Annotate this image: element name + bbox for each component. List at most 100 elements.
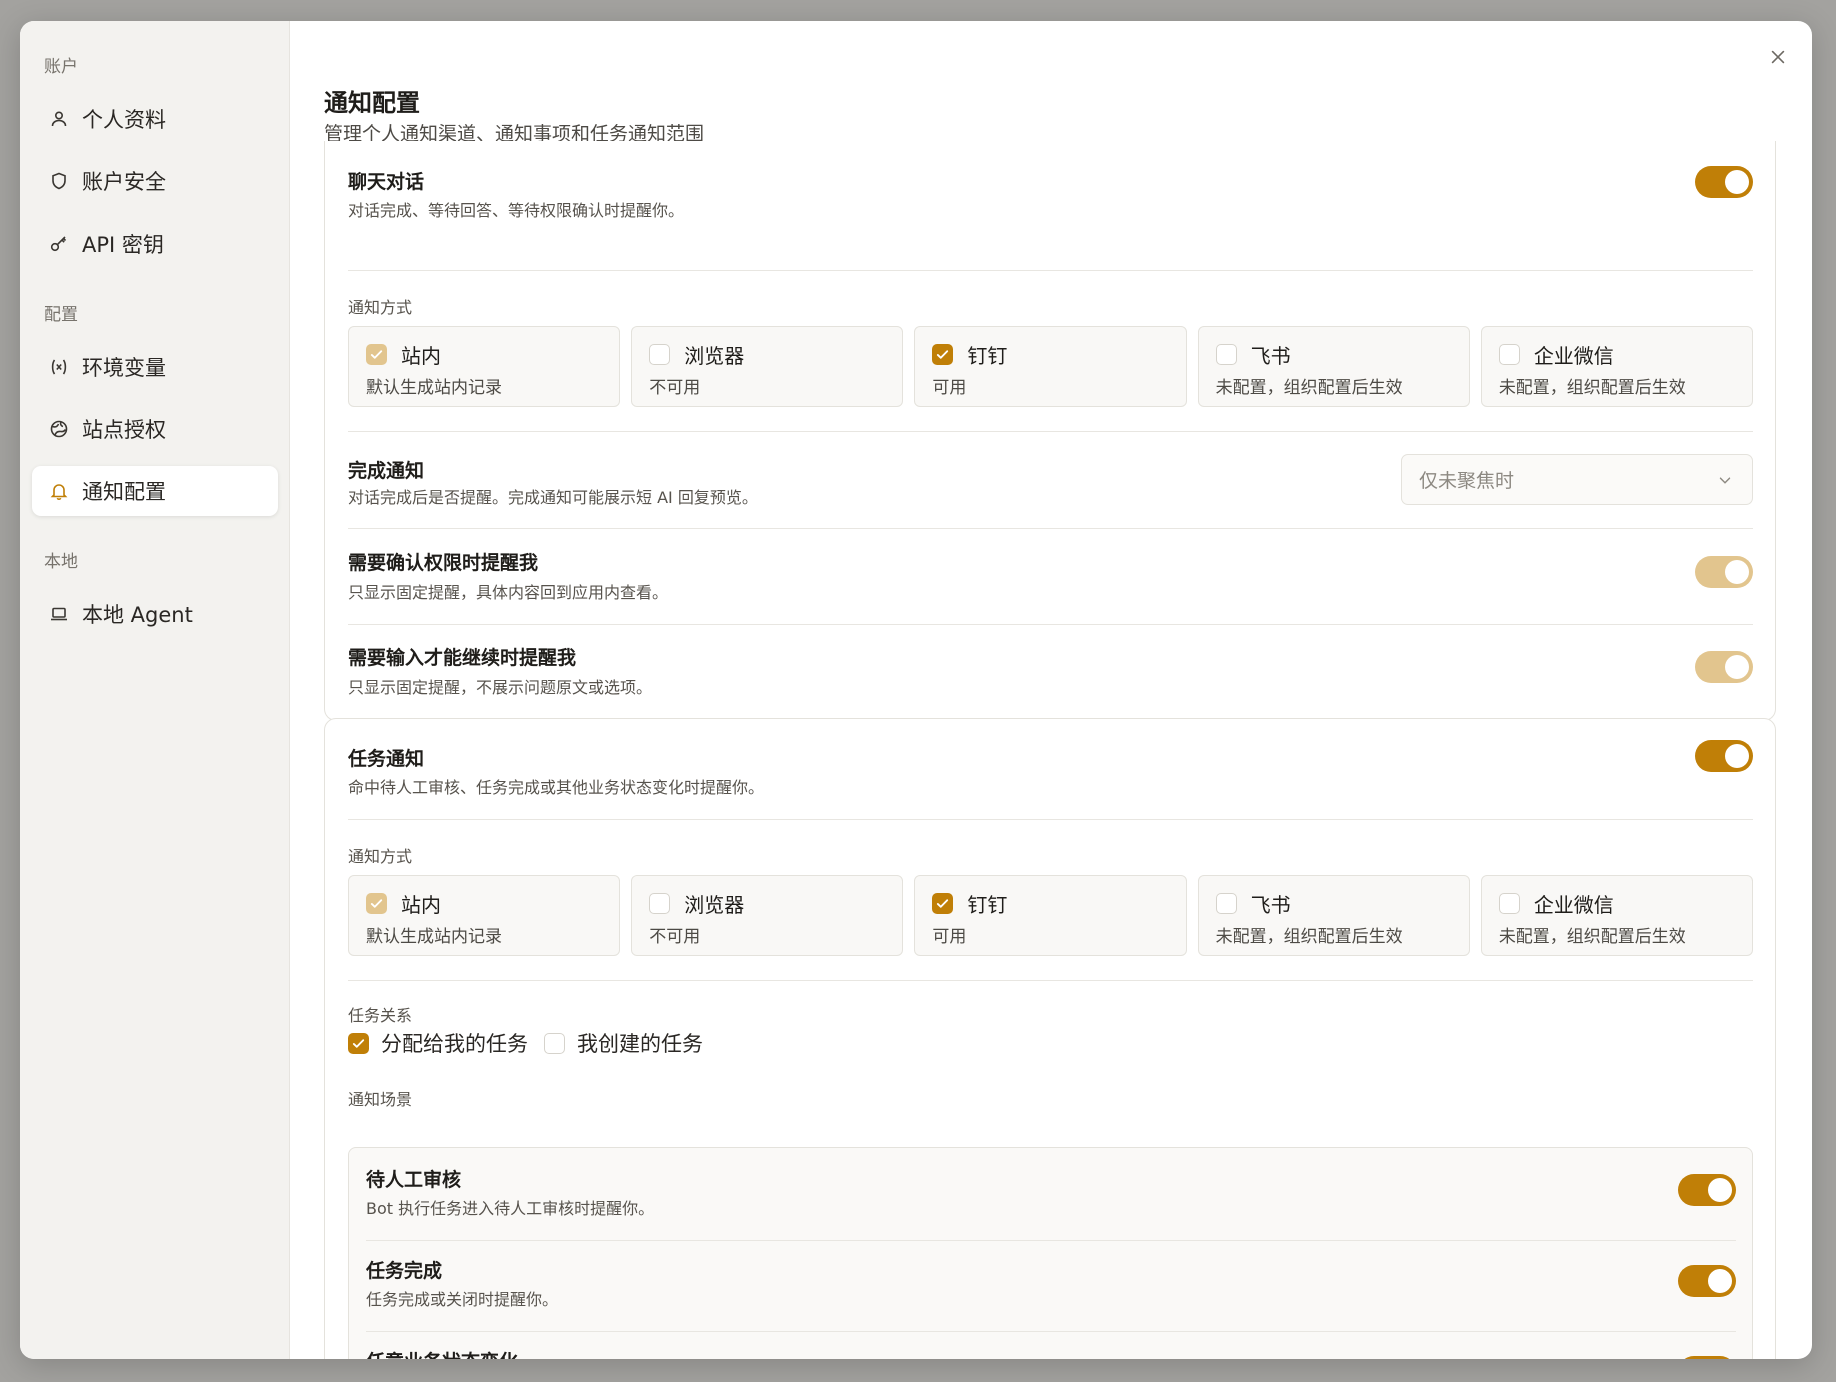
relation-label: 分配给我的任务 — [381, 1032, 528, 1056]
channel-feishu[interactable]: 飞书 未配置，组织配置后生效 — [1197, 326, 1470, 407]
chat-channels: 站内 默认生成站内记录 浏览器 不可用 钉钉 可用 飞书 未配置，组织配置后生效 — [348, 326, 1754, 407]
channel-desc: 可用 — [932, 927, 967, 947]
page-title: 通知配置 — [324, 89, 420, 117]
sidebar-item-api-keys[interactable]: API 密钥 — [32, 219, 278, 269]
checkbox-checked[interactable] — [366, 344, 387, 365]
sidebar-item-label: 站点授权 — [82, 418, 166, 442]
completion-desc: 对话完成后是否提醒。完成通知可能展示短 AI 回复预览。 — [348, 488, 758, 507]
channel-name: 企业微信 — [1533, 344, 1614, 368]
scenario-title: 任务完成 — [366, 1260, 443, 1282]
check-icon — [352, 1038, 365, 1048]
check-icon — [370, 350, 383, 359]
channel-dingtalk[interactable]: 钉钉 可用 — [914, 875, 1187, 956]
task-desc: 命中待人工审核、任务完成或其他业务状态变化时提醒你。 — [348, 778, 765, 797]
bell-icon — [48, 480, 70, 502]
relation-created[interactable]: 我创建的任务 — [544, 1028, 703, 1058]
checkbox-unchecked[interactable] — [1498, 344, 1520, 365]
sidebar-item-env-vars[interactable]: 环境变量 — [32, 342, 278, 392]
sidebar-item-label: 账户安全 — [82, 170, 166, 194]
channel-name: 飞书 — [1250, 344, 1291, 368]
globe-icon — [48, 418, 70, 440]
divider — [348, 819, 1753, 820]
channel-desc: 未配置，组织配置后生效 — [1498, 927, 1686, 947]
channel-browser[interactable]: 浏览器 不可用 — [631, 875, 904, 956]
channel-name: 飞书 — [1250, 893, 1291, 917]
task-scenarios: 待人工审核 Bot 执行任务进入待人工审核时提醒你。 任务完成 任务完成或关闭时… — [348, 1147, 1753, 1359]
sidebar-item-label: 本地 Agent — [82, 603, 193, 627]
channel-site[interactable]: 站内 默认生成站内记录 — [348, 875, 621, 956]
permission-desc: 只显示固定提醒，具体内容回到应用内查看。 — [348, 583, 669, 602]
channel-desc: 默认生成站内记录 — [366, 927, 502, 947]
select-value: 仅未聚焦时 — [1419, 470, 1515, 492]
input-title: 需要输入才能继续时提醒我 — [348, 647, 577, 669]
scenario-title: 待人工审核 — [366, 1169, 462, 1191]
permission-toggle[interactable] — [1695, 556, 1753, 588]
sidebar-item-security[interactable]: 账户安全 — [32, 156, 278, 206]
task-toggle[interactable] — [1695, 740, 1753, 772]
channel-name: 钉钉 — [967, 893, 1008, 917]
sidebar-item-label: 环境变量 — [82, 356, 166, 380]
checkbox-checked[interactable] — [932, 344, 954, 365]
input-toggle[interactable] — [1695, 651, 1753, 683]
channel-site[interactable]: 站内 默认生成站内记录 — [348, 326, 621, 407]
scenario-review-toggle[interactable] — [1678, 1174, 1736, 1206]
sidebar: 账户 个人资料 账户安全 API 密钥 配置 环境变量 站点授权 通知配置 本地… — [20, 21, 290, 1359]
checkbox-unchecked[interactable] — [649, 344, 671, 365]
permission-title: 需要确认权限时提醒我 — [348, 552, 539, 574]
checkbox-unchecked[interactable] — [1498, 893, 1520, 914]
sidebar-item-local-agent[interactable]: 本地 Agent — [32, 589, 278, 639]
channel-desc: 未配置，组织配置后生效 — [1215, 378, 1403, 398]
chat-title: 聊天对话 — [348, 171, 425, 193]
chat-desc: 对话完成、等待回答、等待权限确认时提醒你。 — [348, 201, 685, 220]
scenario-status-toggle[interactable] — [1678, 1356, 1736, 1359]
channel-feishu[interactable]: 飞书 未配置，组织配置后生效 — [1197, 875, 1470, 956]
divider — [348, 270, 1753, 271]
task-channels: 站内 默认生成站内记录 浏览器 不可用 钉钉 可用 飞书 未配置，组织配置后生效 — [348, 875, 1754, 956]
divider — [348, 980, 1753, 981]
scenario-complete-toggle[interactable] — [1678, 1265, 1736, 1297]
chat-channels-label: 通知方式 — [348, 298, 413, 317]
checkbox-unchecked[interactable] — [1215, 893, 1237, 914]
check-icon — [937, 350, 949, 359]
checkbox-unchecked[interactable] — [649, 893, 671, 914]
key-icon — [48, 233, 70, 255]
checkbox-checked[interactable] — [932, 893, 954, 914]
sidebar-item-label: 通知配置 — [82, 480, 166, 504]
channel-wecom[interactable]: 企业微信 未配置，组织配置后生效 — [1480, 326, 1754, 407]
scenario-desc: Bot 执行任务进入待人工审核时提醒你。 — [366, 1199, 655, 1218]
relation-assigned[interactable]: 分配给我的任务 — [348, 1028, 528, 1058]
channel-browser[interactable]: 浏览器 不可用 — [631, 326, 904, 407]
channel-wecom[interactable]: 企业微信 未配置，组织配置后生效 — [1480, 875, 1754, 956]
scenario-title: 任意业务状态变化 — [366, 1347, 518, 1359]
sidebar-section-config: 配置 — [44, 305, 78, 325]
sidebar-item-label: API 密钥 — [82, 233, 164, 257]
sidebar-item-notifications[interactable]: 通知配置 — [32, 466, 278, 516]
checkbox-checked[interactable] — [348, 1032, 369, 1054]
channel-desc: 未配置，组织配置后生效 — [1498, 378, 1686, 398]
chat-toggle[interactable] — [1695, 166, 1753, 198]
main-content: 通知配置 管理个人通知渠道、通知事项和任务通知范围 聊天对话 对话完成、等待回答… — [290, 21, 1812, 1359]
checkbox-unchecked[interactable] — [544, 1032, 565, 1054]
chevron-down-icon — [1719, 477, 1731, 484]
divider — [348, 624, 1753, 625]
channel-desc: 默认生成站内记录 — [366, 378, 502, 398]
sidebar-item-profile[interactable]: 个人资料 — [32, 94, 278, 144]
input-desc: 只显示固定提醒，不展示问题原文或选项。 — [348, 678, 653, 697]
channel-desc: 未配置，组织配置后生效 — [1215, 927, 1403, 947]
checkbox-unchecked[interactable] — [1215, 344, 1237, 365]
channel-desc: 可用 — [932, 378, 967, 398]
checkbox-checked[interactable] — [366, 893, 387, 914]
sidebar-section-account: 账户 — [44, 57, 78, 77]
close-icon — [1771, 50, 1785, 64]
channel-dingtalk[interactable]: 钉钉 可用 — [914, 326, 1187, 407]
divider — [366, 1240, 1736, 1241]
toggle-knob — [1725, 560, 1749, 584]
toggle-knob — [1725, 170, 1749, 194]
completion-select[interactable]: 仅未聚焦时 — [1401, 454, 1753, 505]
sidebar-item-site-auth[interactable]: 站点授权 — [32, 404, 278, 454]
close-button[interactable] — [1764, 43, 1792, 71]
channel-name: 站内 — [401, 893, 441, 917]
task-notification-card: 任务通知 命中待人工审核、任务完成或其他业务状态变化时提醒你。 通知方式 站内 … — [324, 718, 1776, 1359]
task-scenarios-label: 通知场景 — [348, 1090, 413, 1109]
divider — [366, 1331, 1736, 1332]
